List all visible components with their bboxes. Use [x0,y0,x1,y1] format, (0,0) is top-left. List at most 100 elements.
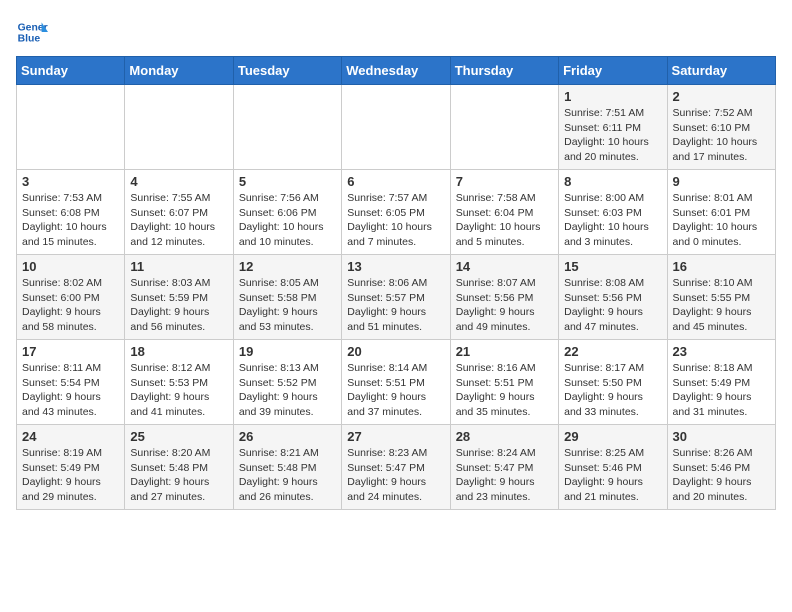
day-number: 28 [456,429,553,444]
calendar-cell: 30 Sunrise: 8:26 AM Sunset: 5:46 PM Dayli… [667,425,775,510]
cell-info: Sunrise: 7:51 AM Sunset: 6:11 PM Dayligh… [564,106,661,165]
calendar-cell: 25 Sunrise: 8:20 AM Sunset: 5:48 PM Dayli… [125,425,233,510]
cell-info: Sunrise: 8:20 AM Sunset: 5:48 PM Dayligh… [130,446,227,505]
day-number: 6 [347,174,444,189]
calendar-cell: 10 Sunrise: 8:02 AM Sunset: 6:00 PM Dayli… [17,255,125,340]
day-number: 25 [130,429,227,444]
day-number: 21 [456,344,553,359]
calendar-table: SundayMondayTuesdayWednesdayThursdayFrid… [16,56,776,510]
calendar-cell [342,85,450,170]
day-number: 23 [673,344,770,359]
calendar-cell: 21 Sunrise: 8:16 AM Sunset: 5:51 PM Dayli… [450,340,558,425]
day-header-thursday: Thursday [450,57,558,85]
day-number: 5 [239,174,336,189]
page-header: General Blue [16,16,776,48]
calendar-cell: 18Sunrise: 8:12 AM Sunset: 5:53 PM Dayli… [125,340,233,425]
day-number: 12 [239,259,336,274]
day-number: 29 [564,429,661,444]
day-number: 17 [22,344,119,359]
cell-info: Sunrise: 7:58 AM Sunset: 6:04 PM Dayligh… [456,191,553,250]
cell-info: Sunrise: 8:01 AM Sunset: 6:01 PM Dayligh… [673,191,770,250]
calendar-cell [17,85,125,170]
day-number: 7 [456,174,553,189]
day-number: 20 [347,344,444,359]
day-number: 24 [22,429,119,444]
cell-info: Sunrise: 7:53 AM Sunset: 6:08 PM Dayligh… [22,191,119,250]
day-header-wednesday: Wednesday [342,57,450,85]
calendar-cell: 16Sunrise: 8:10 AM Sunset: 5:55 PM Dayli… [667,255,775,340]
day-number: 15 [564,259,661,274]
cell-info: Sunrise: 8:02 AM Sunset: 6:00 PM Dayligh… [22,276,119,335]
calendar-cell: 2 Sunrise: 7:52 AM Sunset: 6:10 PM Daylig… [667,85,775,170]
day-number: 19 [239,344,336,359]
day-number: 18 [130,344,227,359]
cell-info: Sunrise: 8:21 AM Sunset: 5:48 PM Dayligh… [239,446,336,505]
cell-info: Sunrise: 8:11 AM Sunset: 5:54 PM Dayligh… [22,361,119,420]
day-number: 16 [673,259,770,274]
calendar-cell: 13 Sunrise: 8:06 AM Sunset: 5:57 PM Dayli… [342,255,450,340]
cell-info: Sunrise: 7:52 AM Sunset: 6:10 PM Dayligh… [673,106,770,165]
svg-text:Blue: Blue [18,34,41,45]
calendar-week-row: 17 Sunrise: 8:11 AM Sunset: 5:54 PM Dayli… [17,340,776,425]
calendar-cell: 22 Sunrise: 8:17 AM Sunset: 5:50 PM Dayli… [559,340,667,425]
day-number: 13 [347,259,444,274]
cell-info: Sunrise: 8:24 AM Sunset: 5:47 PM Dayligh… [456,446,553,505]
calendar-cell: 11 Sunrise: 8:03 AM Sunset: 5:59 PM Dayli… [125,255,233,340]
calendar-cell [450,85,558,170]
calendar-cell: 17 Sunrise: 8:11 AM Sunset: 5:54 PM Dayli… [17,340,125,425]
cell-info: Sunrise: 8:07 AM Sunset: 5:56 PM Dayligh… [456,276,553,335]
cell-info: Sunrise: 8:08 AM Sunset: 5:56 PM Dayligh… [564,276,661,335]
calendar-week-row: 24 Sunrise: 8:19 AM Sunset: 5:49 PM Dayli… [17,425,776,510]
calendar-cell: 27Sunrise: 8:23 AM Sunset: 5:47 PM Dayli… [342,425,450,510]
calendar-cell [233,85,341,170]
calendar-header-row: SundayMondayTuesdayWednesdayThursdayFrid… [17,57,776,85]
cell-info: Sunrise: 8:14 AM Sunset: 5:51 PM Dayligh… [347,361,444,420]
calendar-cell: 26Sunrise: 8:21 AM Sunset: 5:48 PM Dayli… [233,425,341,510]
cell-info: Sunrise: 7:56 AM Sunset: 6:06 PM Dayligh… [239,191,336,250]
calendar-cell: 7 Sunrise: 7:58 AM Sunset: 6:04 PM Daylig… [450,170,558,255]
calendar-cell: 28 Sunrise: 8:24 AM Sunset: 5:47 PM Dayli… [450,425,558,510]
day-header-monday: Monday [125,57,233,85]
logo-icon: General Blue [16,16,48,48]
day-number: 10 [22,259,119,274]
cell-info: Sunrise: 8:23 AM Sunset: 5:47 PM Dayligh… [347,446,444,505]
calendar-cell: 3 Sunrise: 7:53 AM Sunset: 6:08 PM Daylig… [17,170,125,255]
calendar-cell: 15 Sunrise: 8:08 AM Sunset: 5:56 PM Dayli… [559,255,667,340]
calendar-cell: 4 Sunrise: 7:55 AM Sunset: 6:07 PM Daylig… [125,170,233,255]
logo: General Blue [16,16,52,48]
calendar-cell [125,85,233,170]
calendar-cell: 23 Sunrise: 8:18 AM Sunset: 5:49 PM Dayli… [667,340,775,425]
cell-info: Sunrise: 8:03 AM Sunset: 5:59 PM Dayligh… [130,276,227,335]
calendar-cell: 6 Sunrise: 7:57 AM Sunset: 6:05 PM Daylig… [342,170,450,255]
day-header-friday: Friday [559,57,667,85]
calendar-cell: 29 Sunrise: 8:25 AM Sunset: 5:46 PM Dayli… [559,425,667,510]
calendar-cell: 14Sunrise: 8:07 AM Sunset: 5:56 PM Dayli… [450,255,558,340]
cell-info: Sunrise: 8:00 AM Sunset: 6:03 PM Dayligh… [564,191,661,250]
calendar-cell: 8 Sunrise: 8:00 AM Sunset: 6:03 PM Daylig… [559,170,667,255]
day-number: 3 [22,174,119,189]
calendar-cell: 5 Sunrise: 7:56 AM Sunset: 6:06 PM Daylig… [233,170,341,255]
calendar-cell: 20 Sunrise: 8:14 AM Sunset: 5:51 PM Dayli… [342,340,450,425]
cell-info: Sunrise: 8:25 AM Sunset: 5:46 PM Dayligh… [564,446,661,505]
cell-info: Sunrise: 8:18 AM Sunset: 5:49 PM Dayligh… [673,361,770,420]
day-number: 9 [673,174,770,189]
day-header-saturday: Saturday [667,57,775,85]
calendar-week-row: 10 Sunrise: 8:02 AM Sunset: 6:00 PM Dayli… [17,255,776,340]
cell-info: Sunrise: 8:16 AM Sunset: 5:51 PM Dayligh… [456,361,553,420]
day-header-sunday: Sunday [17,57,125,85]
cell-info: Sunrise: 8:06 AM Sunset: 5:57 PM Dayligh… [347,276,444,335]
cell-info: Sunrise: 8:17 AM Sunset: 5:50 PM Dayligh… [564,361,661,420]
day-number: 22 [564,344,661,359]
day-number: 2 [673,89,770,104]
day-number: 4 [130,174,227,189]
calendar-cell: 24 Sunrise: 8:19 AM Sunset: 5:49 PM Dayli… [17,425,125,510]
cell-info: Sunrise: 7:57 AM Sunset: 6:05 PM Dayligh… [347,191,444,250]
cell-info: Sunrise: 8:26 AM Sunset: 5:46 PM Dayligh… [673,446,770,505]
calendar-week-row: 3 Sunrise: 7:53 AM Sunset: 6:08 PM Daylig… [17,170,776,255]
cell-info: Sunrise: 8:19 AM Sunset: 5:49 PM Dayligh… [22,446,119,505]
day-number: 8 [564,174,661,189]
day-number: 11 [130,259,227,274]
day-number: 30 [673,429,770,444]
cell-info: Sunrise: 7:55 AM Sunset: 6:07 PM Dayligh… [130,191,227,250]
cell-info: Sunrise: 8:13 AM Sunset: 5:52 PM Dayligh… [239,361,336,420]
